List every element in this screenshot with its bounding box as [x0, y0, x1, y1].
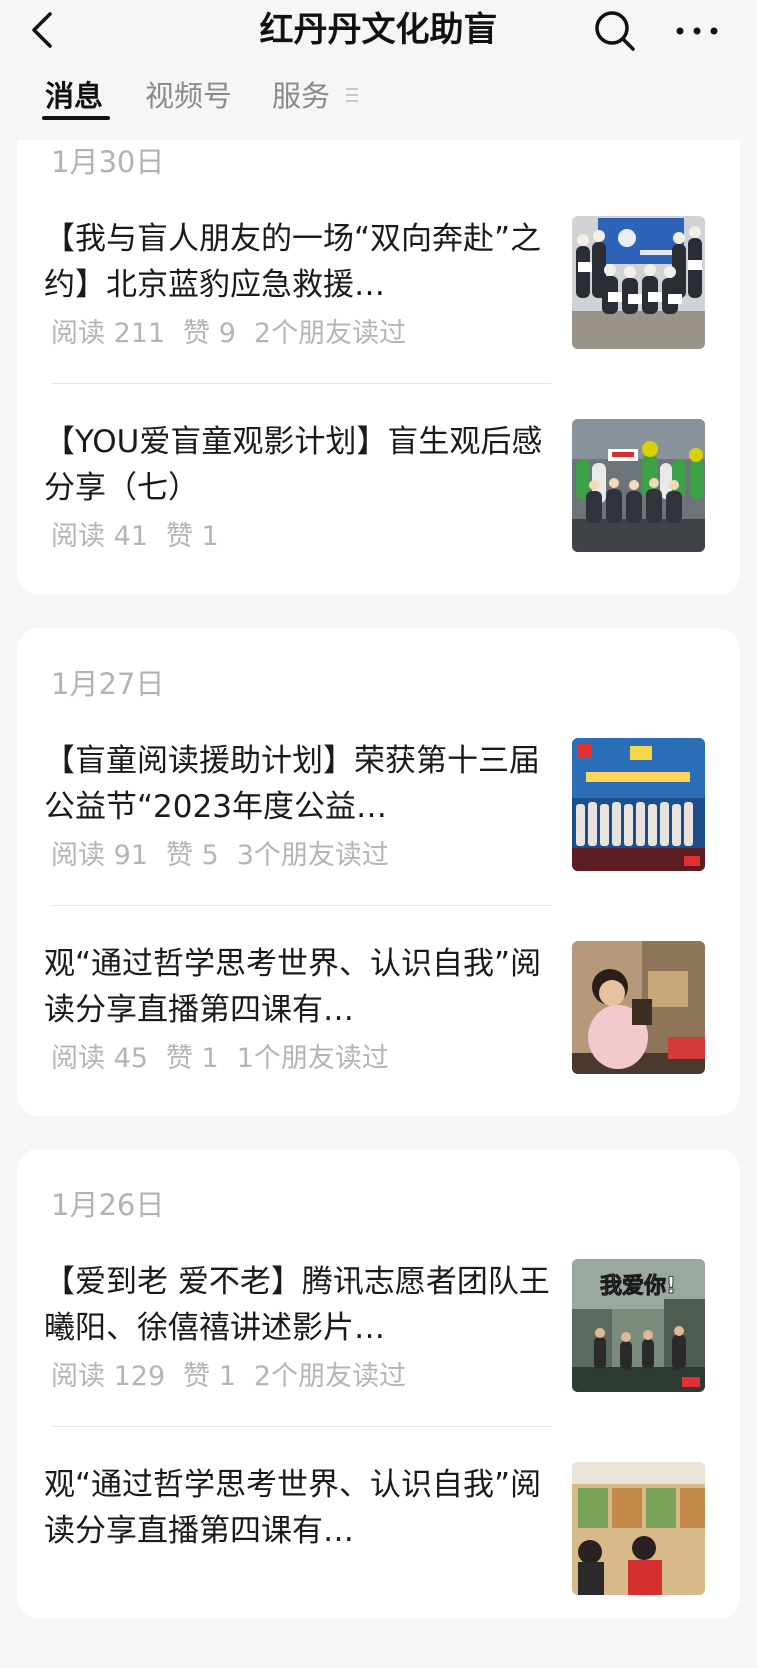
article-title: 【爱到老 爱不老】腾讯志愿者团队王曦阳、徐僖禧讲述影片…: [44, 1264, 550, 1346]
more-button[interactable]: [672, 6, 722, 56]
like-count: 赞 1: [183, 1361, 236, 1392]
friends-read: 3个朋友读过: [236, 840, 389, 871]
article-title: 观“通过哲学思考世界、认识自我”阅读分享直播第四课有…: [44, 1467, 542, 1549]
article-meta: 阅读 45 赞 1 1个朋友读过: [51, 1039, 407, 1079]
article-thumbnail: 我爱你!: [572, 1259, 705, 1392]
back-button[interactable]: [22, 8, 66, 52]
article-meta: 阅读 91 赞 5 3个朋友读过: [51, 836, 407, 876]
article-title: 【我与盲人朋友的一场“双向奔赴”之约】北京蓝豹应急救援…: [44, 221, 542, 303]
article-meta: 阅读 129 赞 1 2个朋友读过: [51, 1357, 424, 1397]
menu-lines-icon[interactable]: [344, 84, 360, 106]
article-title: 观“通过哲学思考世界、认识自我”阅读分享直播第四课有…: [44, 946, 542, 1028]
active-tab-indicator: [42, 116, 110, 120]
article-item[interactable]: 观“通过哲学思考世界、认识自我”阅读分享直播第四课有…: [17, 1462, 740, 1668]
read-count: 阅读 91: [51, 840, 148, 871]
article-thumbnail: [572, 216, 705, 349]
article-meta: [51, 1560, 105, 1600]
article-thumbnail: [572, 738, 705, 871]
like-count: 赞 1: [165, 521, 219, 552]
divider: [51, 1426, 551, 1427]
tab-bar: 消息 视频号 服务: [0, 72, 757, 128]
friends-read: 2个朋友读过: [253, 318, 407, 349]
read-count: 阅读 41: [51, 521, 148, 552]
group-date: 1月30日: [51, 145, 165, 179]
read-count: 阅读 45: [51, 1043, 148, 1074]
group-date: 1月27日: [51, 667, 165, 701]
friends-read: 2个朋友读过: [253, 1361, 407, 1392]
top-bar: 红丹丹文化助盲 消息 视频号 服务: [0, 0, 757, 140]
divider: [51, 905, 551, 906]
poster-title: 我爱你!: [600, 1274, 676, 1299]
article-title: 【盲童阅读援助计划】荣获第十三届公益节“2023年度公益…: [44, 743, 540, 825]
message-group-card: 1月26日 【爱到老 爱不老】腾讯志愿者团队王曦阳、徐僖禧讲述影片… 阅读 12…: [17, 1149, 740, 1619]
article-item[interactable]: 观“通过哲学思考世界、认识自我”阅读分享直播第四课有… 阅读 45 赞 1 1个朋友…: [17, 941, 740, 1147]
group-date: 1月26日: [51, 1188, 165, 1222]
page-title: 红丹丹文化助盲: [259, 10, 498, 50]
article-item[interactable]: 【YOU爱盲童观影计划】盲生观后感分享（七） 阅读 41 赞 1: [17, 419, 740, 625]
article-item[interactable]: 【我与盲人朋友的一场“双向奔赴”之约】北京蓝豹应急救援… 阅读 211 赞 9 2个…: [17, 216, 740, 422]
article-item[interactable]: 【爱到老 爱不老】腾讯志愿者团队王曦阳、徐僖禧讲述影片… 阅读 129 赞 1 2个…: [17, 1259, 740, 1465]
article-title: 【YOU爱盲童观影计划】盲生观后感分享（七）: [44, 424, 543, 506]
like-count: 赞 5: [165, 840, 219, 871]
more-dots-icon: [676, 27, 718, 35]
article-thumbnail: [572, 419, 705, 552]
article-meta: 阅读 211 赞 9 2个朋友读过: [51, 314, 424, 354]
read-count: 阅读 129: [51, 1361, 166, 1392]
like-count: 赞 1: [165, 1043, 219, 1074]
chevron-left-icon: [32, 12, 52, 48]
article-item[interactable]: 【盲童阅读援助计划】荣获第十三届公益节“2023年度公益… 阅读 91 赞 5 3个…: [17, 738, 740, 944]
read-count: 阅读 211: [51, 318, 166, 349]
like-count: 赞 9: [183, 318, 236, 349]
search-button[interactable]: [590, 6, 640, 56]
article-thumbnail: [572, 941, 705, 1074]
message-group-card: 1月27日 【盲童阅读援助计划】荣获第十三届公益节“2023年度公益… 阅读 9…: [17, 628, 740, 1116]
tab-messages[interactable]: 消息: [45, 72, 103, 120]
article-thumbnail: [572, 1462, 705, 1595]
message-group-card: 1月30日 【我与盲人朋友的一场“双向奔赴”之约】北京蓝豹应急救援… 阅读 21…: [17, 100, 740, 595]
article-meta: 阅读 41 赞 1: [51, 517, 255, 557]
friends-read: 1个朋友读过: [236, 1043, 389, 1074]
divider: [51, 383, 551, 384]
search-icon: [595, 11, 635, 51]
tab-channels[interactable]: 视频号: [145, 72, 232, 120]
tab-services[interactable]: 服务: [272, 72, 330, 120]
